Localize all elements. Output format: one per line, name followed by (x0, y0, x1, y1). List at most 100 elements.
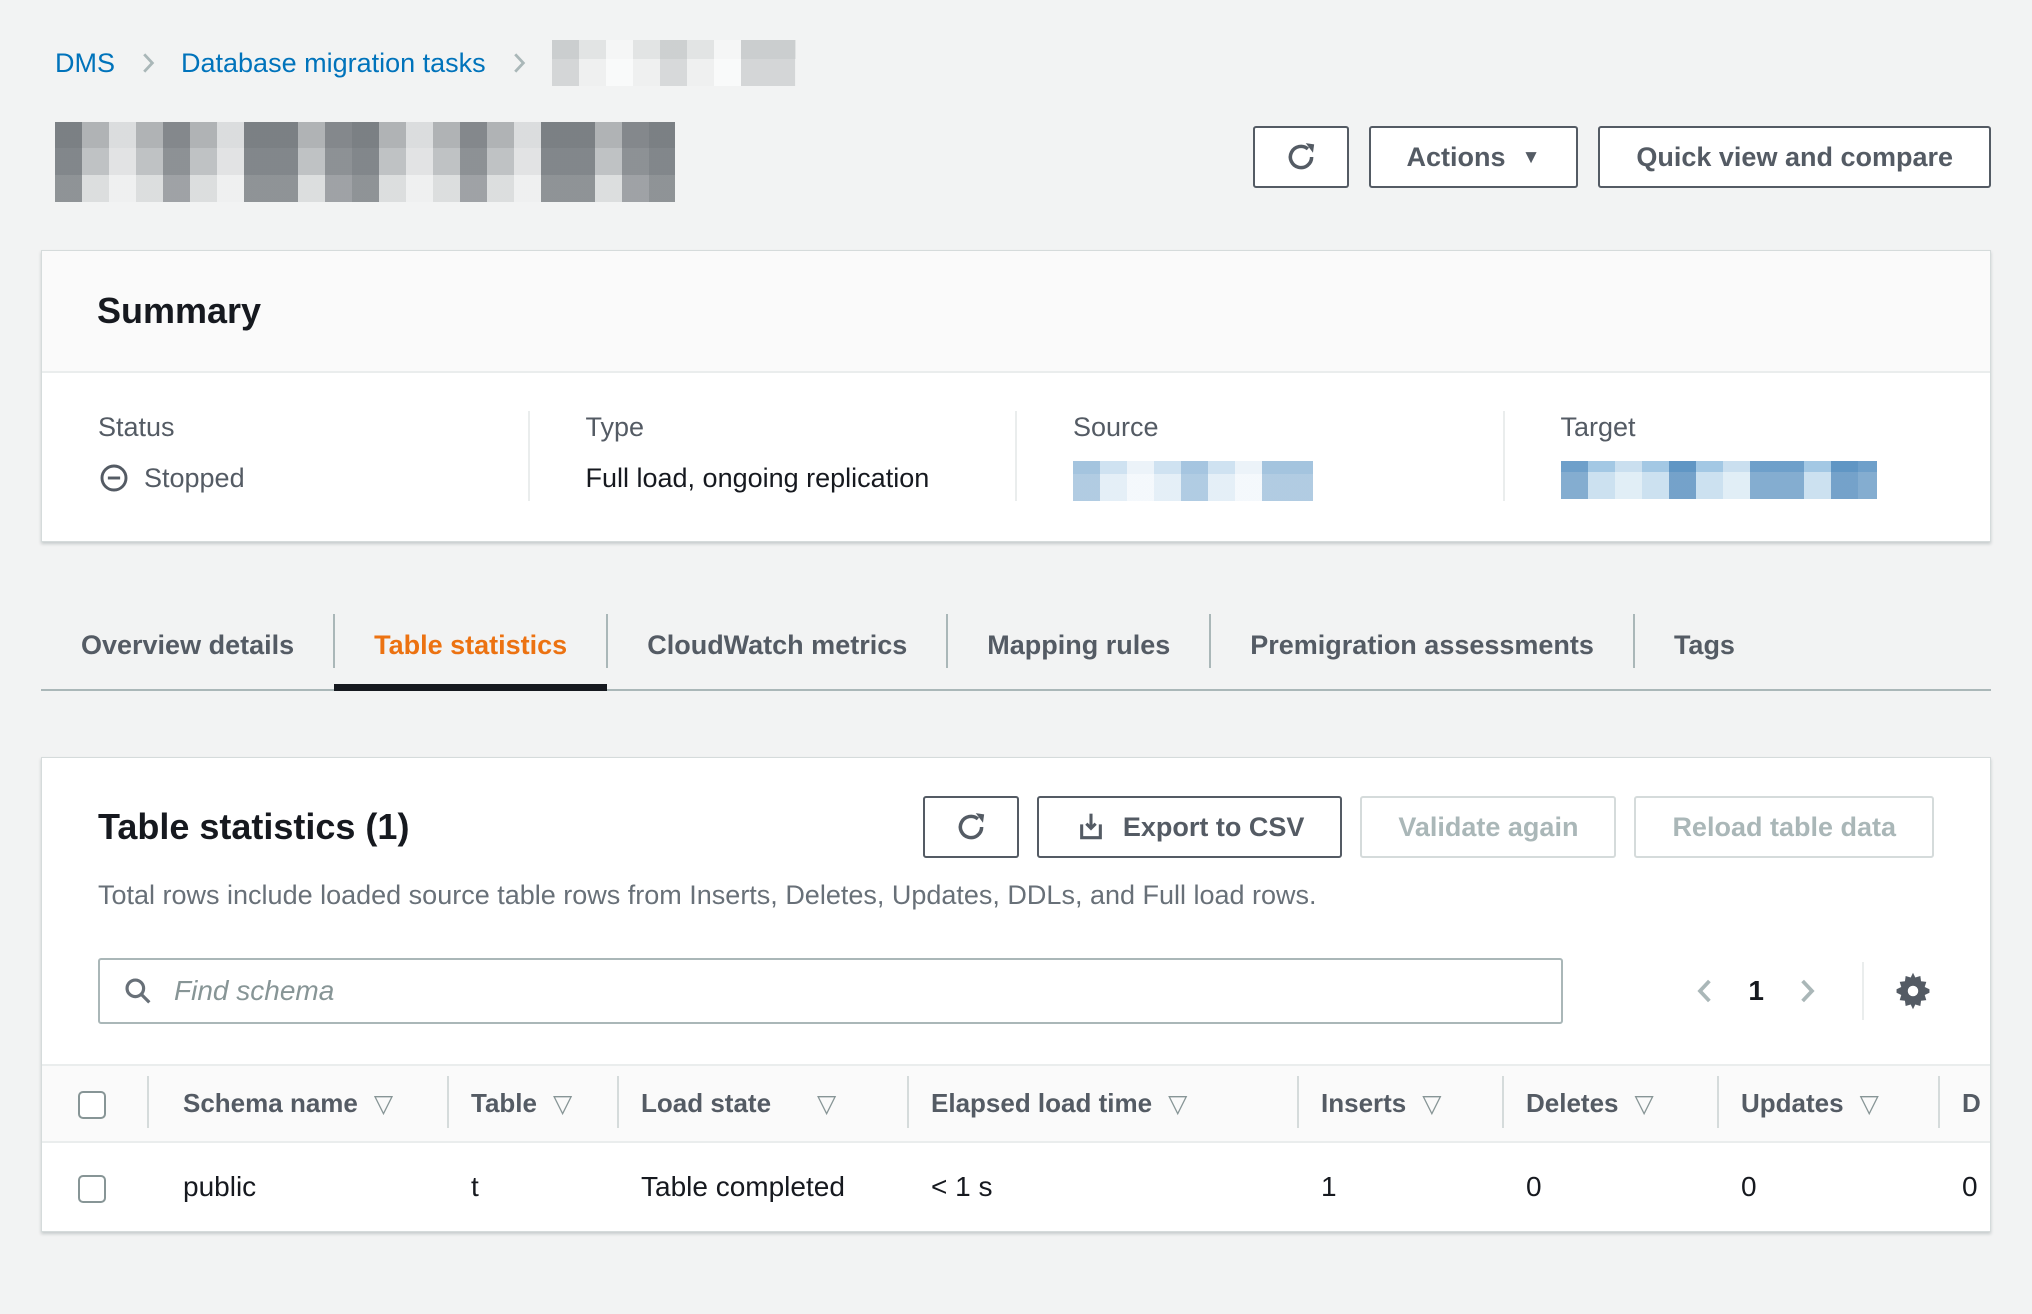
stopped-circle-minus-icon (98, 462, 130, 494)
cell-elapsed-load-time: < 1 s (907, 1142, 1297, 1231)
summary-source-column: Source (1015, 411, 1503, 501)
select-all-header (42, 1065, 147, 1142)
find-schema-input[interactable] (174, 960, 1539, 1022)
validate-again-button: Validate again (1360, 796, 1616, 858)
summary-status-column: Status Stopped (42, 411, 528, 501)
header-actions: Actions ▼ Quick view and compare (1253, 126, 1991, 188)
column-header-ddls-clipped[interactable]: D (1938, 1065, 1991, 1142)
sort-icon: ▽ (1422, 1090, 1441, 1118)
tab-cloudwatch-metrics[interactable]: CloudWatch metrics (607, 608, 947, 689)
refresh-button[interactable] (1253, 126, 1349, 188)
chevron-right-icon (506, 50, 532, 76)
column-header-deletes[interactable]: Deletes ▽ (1502, 1065, 1717, 1142)
sort-icon: ▽ (1860, 1090, 1879, 1118)
sort-icon: ▽ (1635, 1090, 1654, 1118)
sort-icon: ▽ (374, 1090, 393, 1118)
column-label: Updates (1741, 1088, 1844, 1118)
column-label: Schema name (183, 1088, 358, 1118)
previous-page-button[interactable] (1684, 970, 1726, 1012)
cell-deletes: 0 (1502, 1142, 1717, 1231)
pagination-divider (1862, 962, 1864, 1020)
export-to-csv-button[interactable]: Export to CSV (1037, 796, 1343, 858)
table-row: public t Table completed < 1 s 1 0 0 0 (42, 1142, 1991, 1231)
chevron-right-icon (1792, 976, 1822, 1006)
search-icon (122, 975, 154, 1007)
summary-title: Summary (97, 289, 1935, 333)
table-statistics-table: Schema name▽ Table▽ Load state▽ Elapsed … (42, 1064, 1991, 1231)
summary-target-column: Target (1503, 411, 1991, 501)
type-label: Type (586, 411, 1016, 443)
chevron-right-icon (135, 50, 161, 76)
quick-view-label: Quick view and compare (1636, 142, 1953, 173)
refresh-icon (1284, 140, 1318, 174)
download-icon (1075, 811, 1107, 843)
summary-card-body: Status Stopped Type Full load, ongoing r… (42, 373, 1990, 541)
redacted-source-endpoint (1073, 461, 1313, 501)
summary-type-column: Type Full load, ongoing replication (528, 411, 1016, 501)
page-title (55, 122, 675, 202)
source-label: Source (1073, 411, 1503, 443)
redacted-task-title (55, 122, 675, 202)
status-text: Stopped (144, 461, 245, 495)
breadcrumb-dms-link[interactable]: DMS (55, 48, 115, 79)
gear-icon (1892, 970, 1934, 1012)
column-header-schema-name[interactable]: Schema name ▽ (147, 1065, 447, 1142)
table-header-row: Schema name▽ Table▽ Load state▽ Elapsed … (42, 1065, 1991, 1142)
column-label: Table (471, 1088, 537, 1118)
quick-view-and-compare-button[interactable]: Quick view and compare (1598, 126, 1991, 188)
column-label: Load state (641, 1088, 771, 1118)
column-header-load-state[interactable]: Load state▽ (617, 1065, 907, 1142)
table-statistics-title: Table statistics (1) (98, 805, 409, 849)
target-label: Target (1561, 411, 1991, 443)
sort-icon: ▽ (553, 1090, 572, 1118)
page-header: Actions ▼ Quick view and compare (41, 122, 1991, 202)
redacted-target-endpoint (1561, 461, 1877, 499)
reload-table-data-label: Reload table data (1672, 812, 1896, 843)
chevron-left-icon (1690, 976, 1720, 1006)
tab-overview-details[interactable]: Overview details (41, 608, 334, 689)
tab-mapping-rules[interactable]: Mapping rules (947, 608, 1210, 689)
schema-search-box (98, 958, 1563, 1024)
caret-down-icon: ▼ (1522, 148, 1541, 167)
column-header-elapsed-load-time[interactable]: Elapsed load time ▽ (907, 1065, 1297, 1142)
actions-button[interactable]: Actions ▼ (1369, 126, 1579, 188)
cell-table: t (447, 1142, 617, 1231)
cell-inserts: 1 (1297, 1142, 1502, 1231)
column-header-inserts[interactable]: Inserts▽ (1297, 1065, 1502, 1142)
cell-updates: 0 (1717, 1142, 1938, 1231)
column-label: Deletes (1526, 1088, 1619, 1118)
breadcrumb-redacted-task-name (552, 40, 796, 86)
table-refresh-button[interactable] (923, 796, 1019, 858)
column-header-updates[interactable]: Updates ▽ (1717, 1065, 1938, 1142)
column-label: Elapsed load time (931, 1088, 1152, 1118)
column-header-table[interactable]: Table ▽ (447, 1065, 617, 1142)
table-statistics-description: Total rows include loaded source table r… (42, 878, 1990, 912)
breadcrumb: DMS Database migration tasks (55, 40, 1991, 86)
current-page-number: 1 (1748, 975, 1764, 1007)
sort-icon: ▽ (1168, 1090, 1187, 1118)
refresh-icon (954, 810, 988, 844)
task-detail-tabs: Overview details Table statistics CloudW… (41, 608, 1991, 691)
status-label: Status (98, 411, 528, 443)
preferences-button[interactable] (1892, 970, 1934, 1012)
table-statistics-card: Table statistics (1) (41, 757, 1991, 1232)
status-value: Stopped (98, 461, 528, 495)
tab-premigration-assessments[interactable]: Premigration assessments (1210, 608, 1634, 689)
row-checkbox[interactable] (78, 1175, 106, 1203)
filter-row: 1 (42, 912, 1990, 1064)
tab-tags[interactable]: Tags (1634, 608, 1775, 689)
tab-table-statistics[interactable]: Table statistics (334, 608, 607, 689)
cell-schema-name: public (147, 1142, 447, 1231)
dms-task-page: DMS Database migration tasks A (0, 40, 2032, 1232)
breadcrumb-tasks-link[interactable]: Database migration tasks (181, 48, 486, 79)
select-all-checkbox[interactable] (78, 1091, 106, 1119)
row-select-cell (42, 1142, 147, 1231)
table-statistics-header: Table statistics (1) (42, 758, 1990, 858)
summary-card-header: Summary (42, 251, 1990, 373)
actions-button-label: Actions (1407, 142, 1506, 173)
target-value (1561, 461, 1991, 499)
cell-ddls: 0 (1938, 1142, 1991, 1231)
next-page-button[interactable] (1786, 970, 1828, 1012)
reload-table-data-button: Reload table data (1634, 796, 1934, 858)
export-to-csv-label: Export to CSV (1123, 812, 1305, 843)
